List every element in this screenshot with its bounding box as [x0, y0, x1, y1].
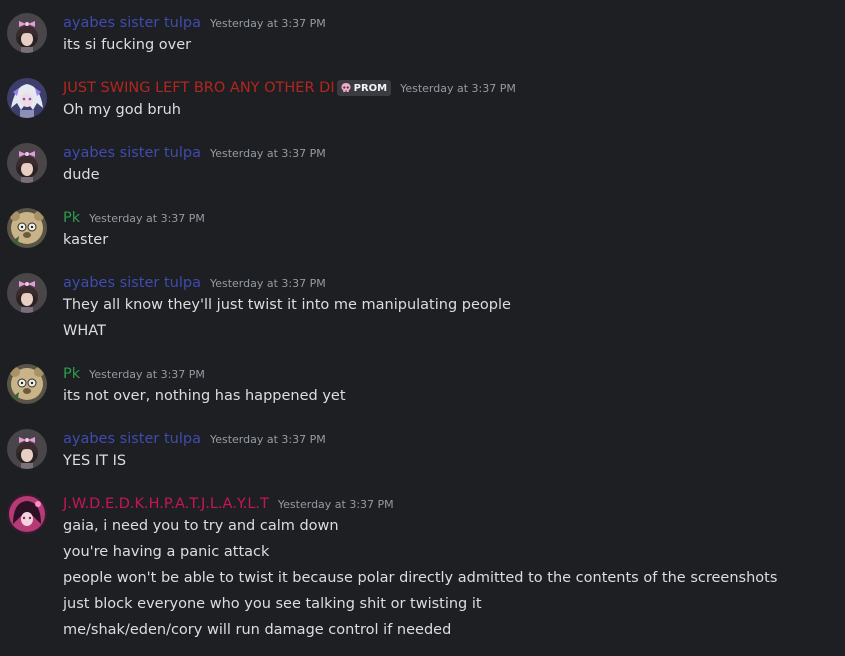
message-text: me/shak/eden/cory will run damage contro…: [63, 622, 452, 638]
message-timestamp: Yesterday at 3:37 PM: [209, 432, 326, 446]
anime-girl-bow-avatar-icon: [7, 13, 47, 53]
message-timestamp: Yesterday at 3:37 PM: [209, 276, 326, 290]
message-text: people won't be able to twist it because…: [63, 570, 778, 586]
message-timestamp: Yesterday at 3:37 PM: [209, 16, 326, 30]
anime-girl-bow-avatar-icon: [7, 429, 47, 469]
message-text: kaster: [63, 232, 109, 248]
message-timestamp: Yesterday at 3:37 PM: [277, 497, 394, 511]
role-badge-label: PROM: [353, 82, 388, 94]
role-badge[interactable]: PROM: [336, 80, 392, 96]
message-text: its si fucking over: [63, 37, 192, 53]
message-text: WHAT: [63, 323, 106, 339]
message-timestamp: Yesterday at 3:37 PM: [89, 211, 205, 225]
avatar[interactable]: [7, 494, 47, 534]
message-text: you're having a panic attack: [63, 544, 270, 560]
message-timestamp: Yesterday at 3:37 PM: [400, 81, 516, 95]
message-text: Oh my god bruh: [63, 102, 181, 118]
message-text: just block everyone who you see talking …: [63, 596, 482, 612]
anime-girl-bow-avatar-icon: [7, 273, 47, 313]
message-text: YES IT IS: [63, 453, 127, 469]
message-author[interactable]: ayabes sister tulpa: [63, 275, 201, 291]
message-text: They all know they'll just twist it into…: [63, 297, 511, 313]
anime-girl-bow-avatar-icon: [7, 143, 47, 183]
message-text: its not over, nothing has happened yet: [63, 388, 346, 404]
white-haired-character-avatar-icon: [7, 78, 47, 118]
message-timestamp: Yesterday at 3:37 PM: [209, 146, 326, 160]
message-author[interactable]: JUST SWING LEFT BRO ANY OTHER DI: [63, 80, 335, 96]
avatar[interactable]: [7, 143, 47, 183]
message-author[interactable]: ayabes sister tulpa: [63, 431, 201, 447]
avatar[interactable]: [7, 273, 47, 313]
bear-avatar-icon: [7, 208, 47, 248]
bear-avatar-icon: [7, 364, 47, 404]
skull-icon: [341, 83, 351, 92]
avatar[interactable]: [7, 13, 47, 53]
avatar[interactable]: [7, 78, 47, 118]
message-text: dude: [63, 167, 100, 183]
avatar[interactable]: [7, 208, 47, 248]
avatar[interactable]: [7, 364, 47, 404]
message-author[interactable]: Pk: [63, 210, 80, 226]
pink-character-avatar-icon: [7, 494, 47, 534]
avatar[interactable]: [7, 429, 47, 469]
message-text: gaia, i need you to try and calm down: [63, 518, 339, 534]
message-timestamp: Yesterday at 3:37 PM: [89, 367, 205, 381]
message-author[interactable]: ayabes sister tulpa: [63, 145, 201, 161]
message-author[interactable]: Pk: [63, 366, 80, 382]
message-author[interactable]: J.W.D.E.D.K.H.P.A.T.J.L.A.Y.L.T: [63, 496, 269, 512]
message-author[interactable]: ayabes sister tulpa: [63, 15, 201, 31]
chat-message-list: ayabes sister tulpa Yesterday at 3:37 PM…: [0, 0, 845, 656]
